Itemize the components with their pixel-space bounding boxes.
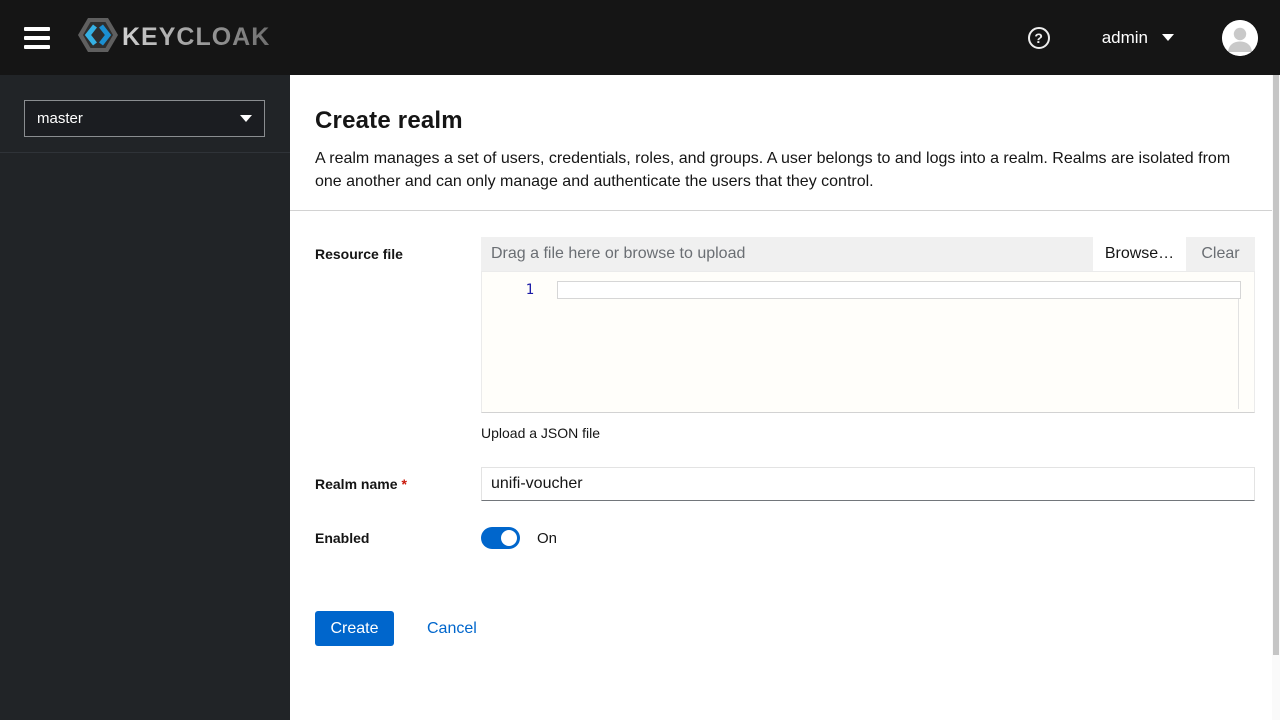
file-upload-bar: Browse… Clear xyxy=(481,237,1255,271)
resource-file-field: Browse… Clear 1 Upload a JSON file xyxy=(481,237,1255,441)
realm-selector-dropdown[interactable]: master xyxy=(24,100,265,137)
chevron-down-icon xyxy=(240,115,252,122)
page-header-section: Create realm A realm manages a set of us… xyxy=(290,75,1280,211)
page-description: A realm manages a set of users, credenti… xyxy=(315,150,1231,190)
resource-file-row: Resource file Browse… Clear 1 Upload a J… xyxy=(315,237,1255,441)
enabled-switch-wrap: On xyxy=(481,527,557,549)
user-menu-label: admin xyxy=(1101,27,1148,47)
enabled-toggle[interactable] xyxy=(481,527,520,549)
realm-name-label: Realm name * xyxy=(315,476,407,492)
realm-selector-value: master xyxy=(37,110,83,127)
browse-button[interactable]: Browse… xyxy=(1093,237,1186,271)
help-icon[interactable]: ? xyxy=(1027,26,1050,49)
editor-line-number: 1 xyxy=(525,282,534,298)
editor-scrollbar xyxy=(1238,299,1239,409)
required-asterisk: * xyxy=(401,476,407,492)
masthead: KEYCLOAK ? admin xyxy=(0,0,1280,75)
realm-name-row: Realm name * xyxy=(315,467,1255,501)
file-drop-input[interactable] xyxy=(481,237,1093,271)
masthead-right: ? admin xyxy=(1027,19,1280,56)
cancel-link[interactable]: Cancel xyxy=(427,620,477,638)
page-scrollbar[interactable] xyxy=(1272,75,1280,720)
toggle-knob-icon xyxy=(501,530,517,546)
json-code-editor[interactable]: 1 xyxy=(481,271,1255,413)
chevron-down-icon xyxy=(1162,34,1174,41)
keycloak-hexagon-icon xyxy=(76,16,120,59)
form-actions: Create Cancel xyxy=(315,611,1255,646)
enabled-state-label: On xyxy=(537,529,558,547)
sidebar: master xyxy=(0,75,290,720)
upload-helper-text: Upload a JSON file xyxy=(481,425,601,441)
editor-active-line xyxy=(557,281,1241,299)
resource-file-label: Resource file xyxy=(315,246,403,262)
sidebar-divider xyxy=(0,152,290,153)
nav-toggle-button[interactable] xyxy=(24,26,50,49)
clear-button[interactable]: Clear xyxy=(1186,237,1255,271)
main-content: Create realm A realm manages a set of us… xyxy=(290,75,1280,720)
user-menu-dropdown[interactable]: admin xyxy=(1102,28,1174,48)
avatar[interactable] xyxy=(1222,19,1258,56)
hamburger-icon xyxy=(24,26,50,31)
create-button[interactable]: Create xyxy=(315,611,394,646)
scrollbar-thumb[interactable] xyxy=(1273,75,1279,655)
app-window: KEYCLOAK ? admin master Create realm A r… xyxy=(0,0,1280,720)
enabled-row: Enabled On xyxy=(315,527,1255,549)
keycloak-logo-text: KEYCLOAK xyxy=(122,23,271,51)
realm-name-input[interactable] xyxy=(481,467,1255,501)
create-realm-form: Resource file Browse… Clear 1 Upload a J… xyxy=(290,211,1280,646)
keycloak-logo[interactable]: KEYCLOAK xyxy=(76,16,270,59)
page-title: Create realm xyxy=(315,107,463,134)
enabled-label: Enabled xyxy=(315,530,370,546)
